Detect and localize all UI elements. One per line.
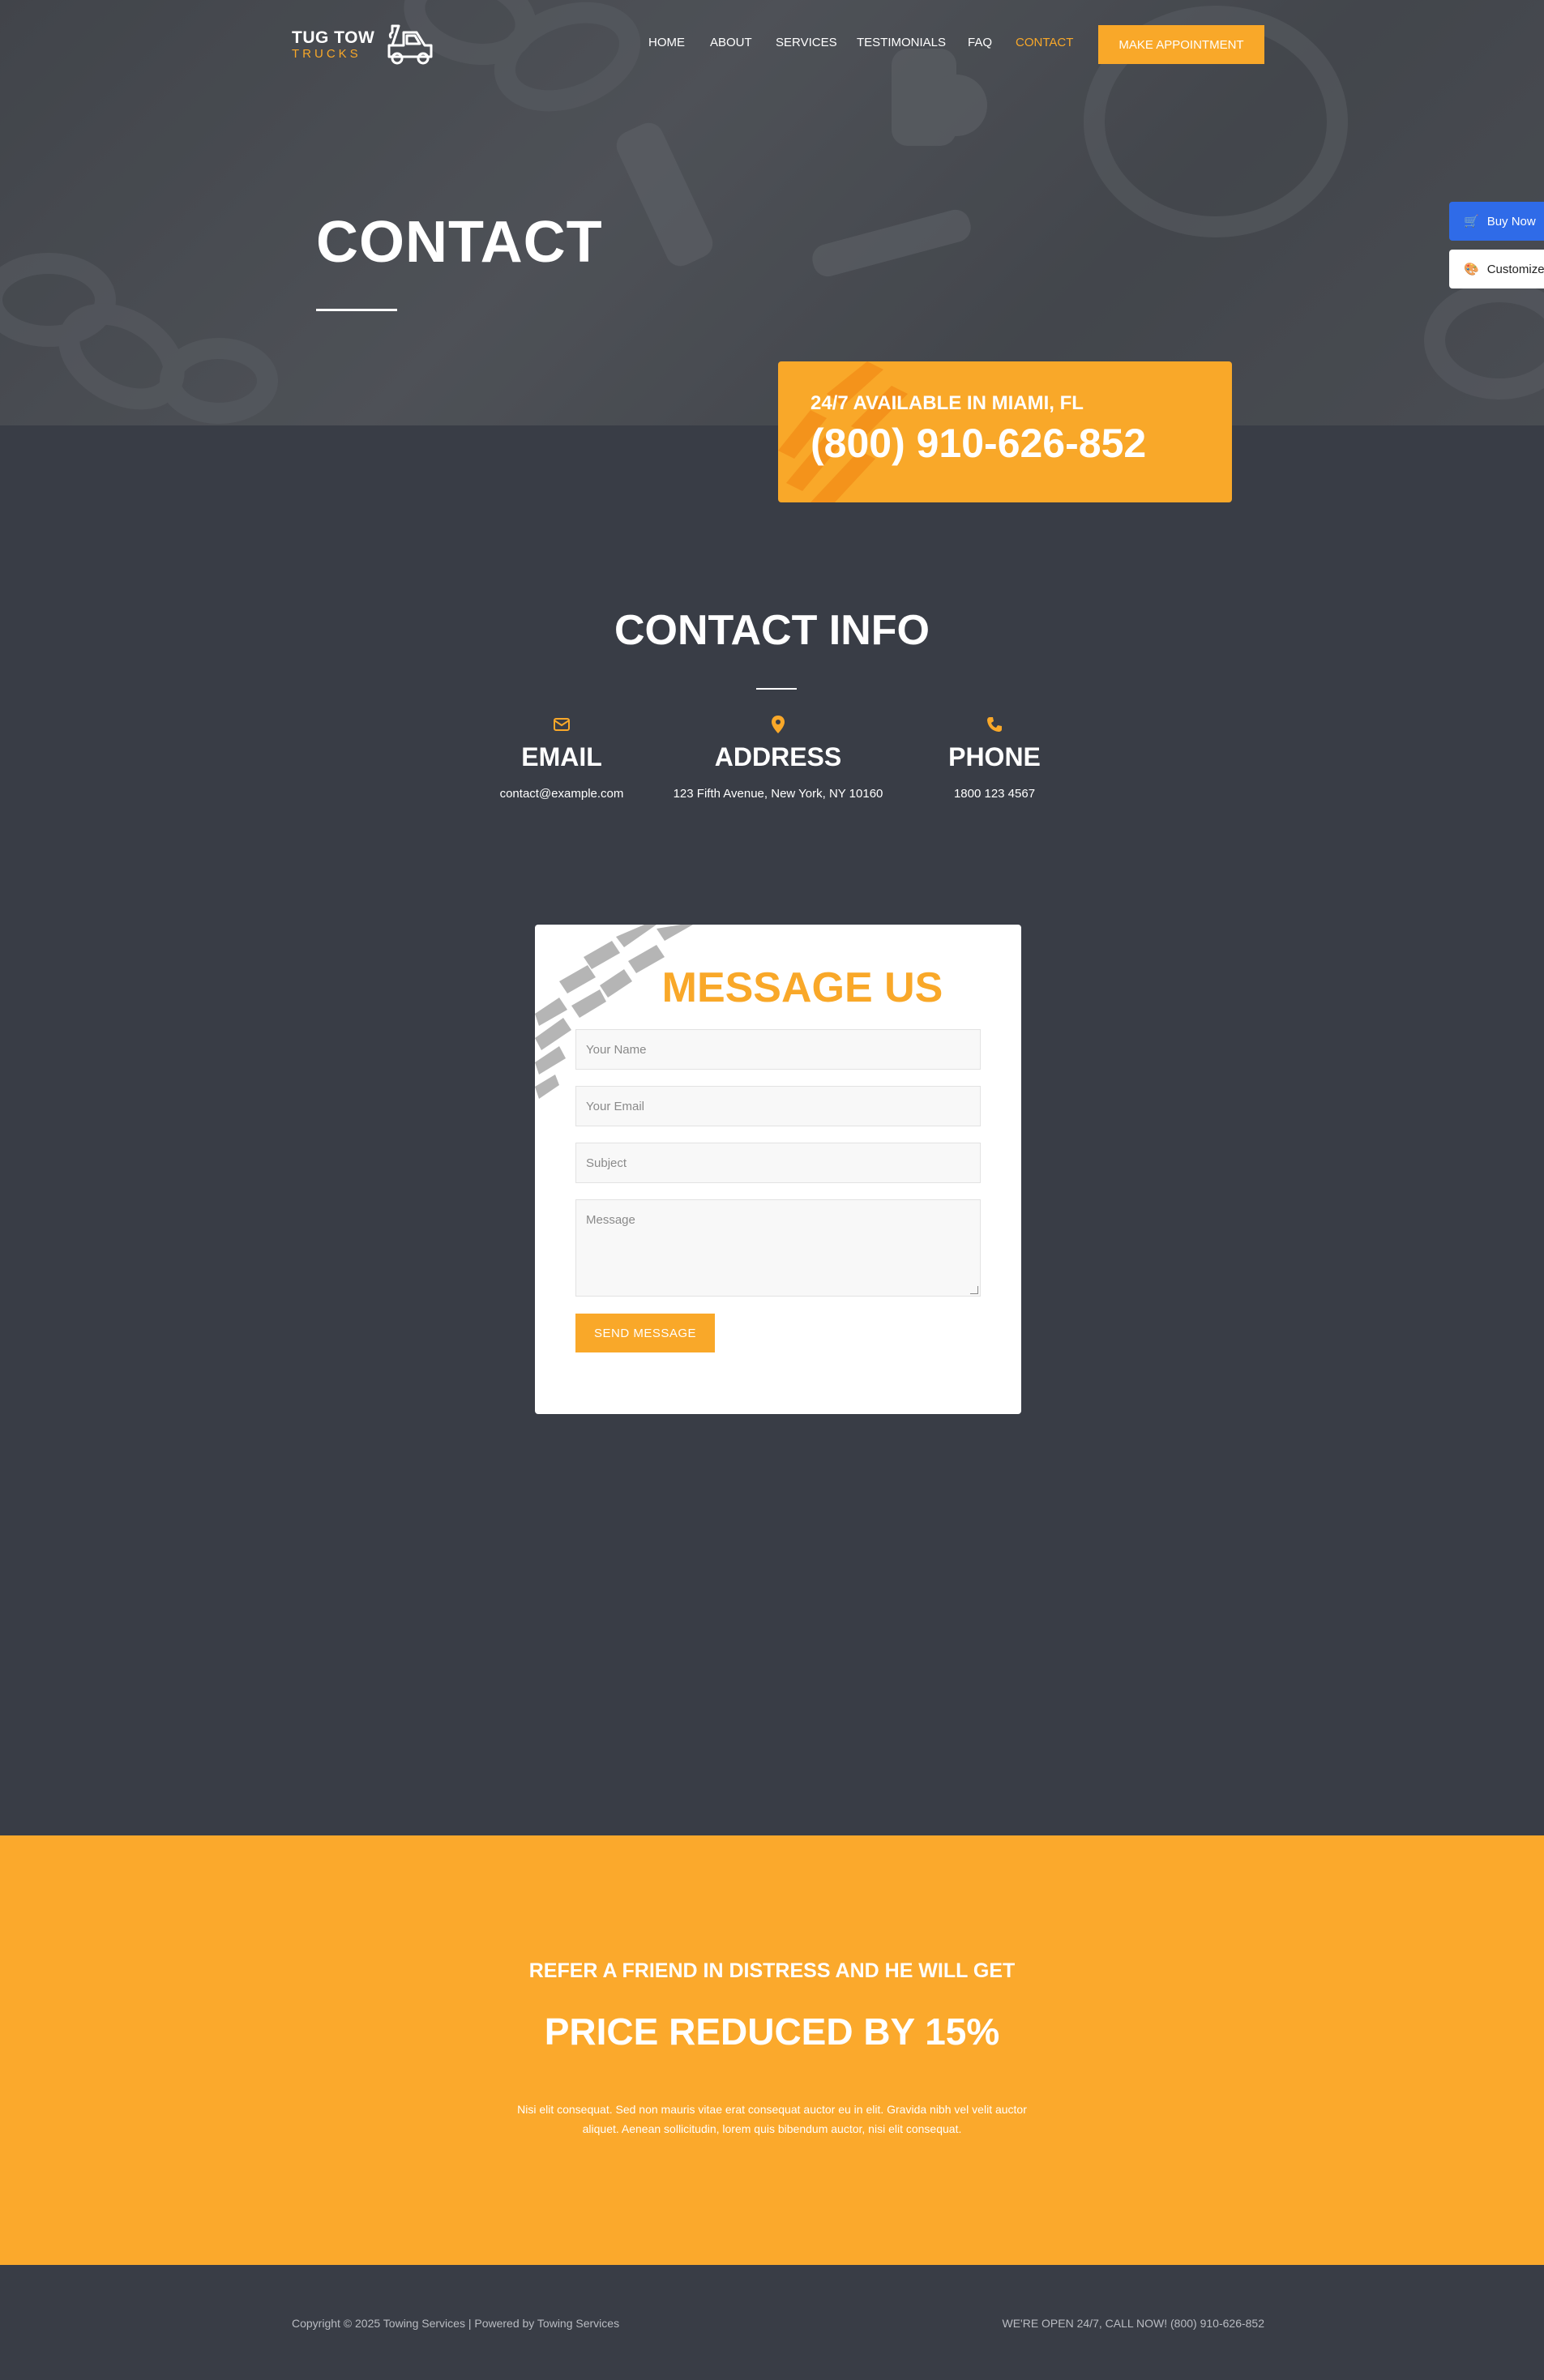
customize-label: Customize [1486,262,1544,276]
nav-testimonials[interactable]: TESTIMONIALS [857,36,946,49]
nav-home[interactable]: HOME [648,36,685,49]
message-textarea[interactable]: Message [575,1199,981,1297]
logo-bottom-text: TRUCKS [292,47,361,61]
nav-contact[interactable]: CONTACT [1016,36,1073,49]
copyright-text: Copyright © 2025 Towing Services | Power… [292,2317,620,2330]
availability-text: 24/7 AVAILABLE IN MIAMI, FL [810,392,1084,414]
footer-hours-text: WE'RE OPEN 24/7, CALL NOW! (800) 910-626… [1002,2317,1264,2330]
info-phone-value[interactable]: 1800 123 4567 [873,787,1116,801]
name-input[interactable]: Your Name [575,1029,981,1070]
logo-top-text: TUG TOW [292,28,375,47]
email-placeholder: Your Email [586,1099,644,1113]
site-logo[interactable]: TUG TOW TRUCKS [292,19,446,70]
info-email: EMAIL contact@example.com [440,713,683,801]
nav-about[interactable]: ABOUT [710,36,752,49]
message-form-card: MESSAGE US Your Name Your Email Subject … [535,925,1021,1414]
info-address: ADDRESS 123 Fifth Avenue, New York, NY 1… [657,713,900,801]
info-address-value: 123 Fifth Avenue, New York, NY 10160 [673,787,883,801]
send-message-button[interactable]: SEND MESSAGE [575,1314,715,1352]
tow-truck-icon [387,24,433,65]
buy-now-label: Buy Now [1486,214,1536,229]
referral-promo-section: REFER A FRIEND IN DISTRESS AND HE WILL G… [0,1835,1544,2265]
info-email-value[interactable]: contact@example.com [440,787,683,801]
cart-icon: 🛒 [1464,215,1479,229]
site-footer: Copyright © 2025 Towing Services | Power… [0,2265,1544,2380]
page-title: CONTACT [316,210,603,275]
title-underline [316,309,397,311]
call-now-box: 24/7 AVAILABLE IN MIAMI, FL (800) 910-62… [778,361,1232,502]
call-phone-number[interactable]: (800) 910-626-852 [810,420,1146,467]
contact-info-title: CONTACT INFO [614,607,930,654]
site-header: TUG TOW TRUCKS HOME ABOUT SERVICES TESTI… [0,0,1544,89]
subject-input[interactable]: Subject [575,1143,981,1183]
info-phone: PHONE 1800 123 4567 [873,713,1116,801]
subject-placeholder: Subject [586,1156,627,1170]
map-marker-icon [657,713,900,736]
make-appointment-button[interactable]: MAKE APPOINTMENT [1098,25,1264,64]
message-placeholder: Message [586,1213,635,1227]
tire-tread-decoration [535,925,693,1099]
promo-title: PRICE REDUCED BY 15% [544,2010,1000,2053]
contact-info-underline [756,688,797,690]
promo-text: Nisi elit consequat. Sed non mauris vita… [517,2103,1027,2135]
customize-button[interactable]: 🎨 Customize [1449,250,1544,288]
logo-text: TUG TOW TRUCKS [292,29,374,60]
message-us-title: MESSAGE US [661,964,943,1011]
promo-subtitle: REFER A FRIEND IN DISTRESS AND HE WILL G… [528,1959,1016,1982]
palette-icon: 🎨 [1464,263,1479,276]
info-address-label: ADDRESS [714,742,842,771]
phone-icon [873,713,1116,736]
name-placeholder: Your Name [586,1042,647,1057]
envelope-icon [440,713,683,736]
buy-now-button[interactable]: 🛒 Buy Now [1449,202,1544,241]
info-email-label: EMAIL [521,742,602,771]
resize-handle-icon[interactable] [970,1286,978,1294]
email-input[interactable]: Your Email [575,1086,981,1126]
nav-services[interactable]: SERVICES [776,36,837,49]
nav-faq[interactable]: FAQ [968,36,992,49]
info-phone-label: PHONE [948,742,1041,771]
